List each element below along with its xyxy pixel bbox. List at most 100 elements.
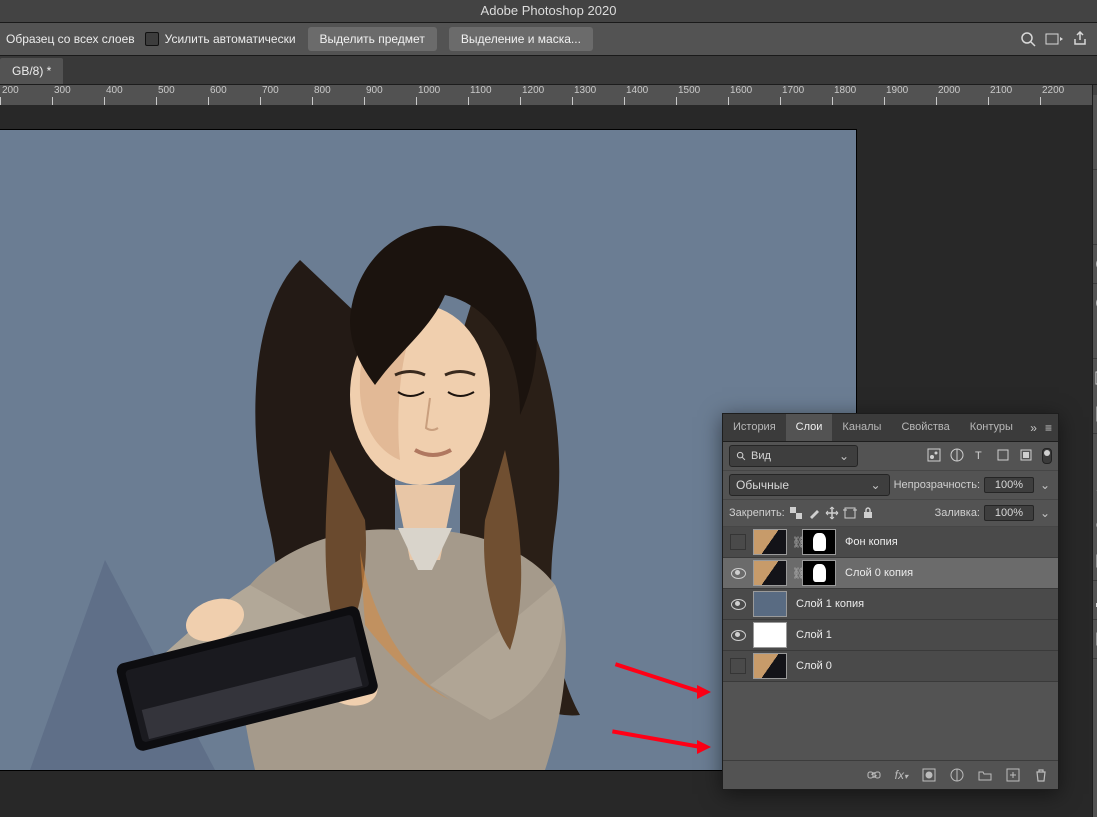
layers-list: ⛓ Фон копия ⛓ Слой 0 копия Слой 1 копия Слой …	[723, 527, 1058, 682]
enhance-checkbox[interactable]	[145, 32, 159, 46]
channels-icon[interactable]	[1093, 514, 1097, 536]
collapse-panel-icon[interactable]: »	[1030, 421, 1037, 435]
blend-mode-dropdown[interactable]: Обычные ⌄	[729, 474, 890, 496]
panel-tab[interactable]: Слои	[786, 414, 833, 441]
libraries-icon[interactable]	[1093, 628, 1097, 650]
lock-image-icon[interactable]	[807, 506, 821, 520]
panel-tab[interactable]: Контуры	[960, 414, 1023, 441]
layer-row[interactable]: Слой 1 копия	[723, 589, 1058, 620]
options-bar: Образец со всех слоев Усилить автоматиче…	[0, 22, 1097, 56]
filter-toggle[interactable]	[1042, 448, 1052, 464]
properties-icon[interactable]	[1093, 442, 1097, 464]
layer-filter-dropdown[interactable]: Вид ⌄	[729, 445, 858, 467]
ruler-tick: 500	[156, 85, 208, 105]
brush-icon[interactable]	[1093, 103, 1097, 125]
share-icon[interactable]	[1067, 26, 1093, 52]
ruler-tick: 2100	[988, 85, 1040, 105]
visibility-toggle[interactable]	[723, 658, 753, 674]
new-group-icon[interactable]	[978, 768, 992, 782]
add-mask-icon[interactable]	[922, 768, 936, 782]
eye-icon	[731, 599, 746, 610]
layer-thumbnail[interactable]	[753, 591, 787, 617]
layer-name[interactable]: Фон копия	[845, 536, 898, 548]
layer-name[interactable]: Слой 1	[796, 629, 832, 641]
visibility-toggle[interactable]	[723, 630, 753, 641]
select-subject-button[interactable]: Выделить предмет	[308, 27, 437, 51]
ruler-tick: 1100	[468, 85, 520, 105]
select-and-mask-button[interactable]: Выделение и маска...	[449, 27, 593, 51]
ruler-tick: 400	[104, 85, 156, 105]
fill-value[interactable]: 100%	[984, 505, 1034, 521]
app-title: Adobe Photoshop 2020	[481, 3, 617, 18]
mask-link-icon[interactable]: ⛓	[792, 567, 800, 580]
visibility-toggle[interactable]	[723, 568, 753, 579]
lock-artboard-icon[interactable]	[843, 506, 857, 520]
search-icon[interactable]	[1015, 26, 1041, 52]
ruler-tick: 1300	[572, 85, 624, 105]
actions-icon[interactable]	[1093, 550, 1097, 572]
mask-link-icon[interactable]: ⛓	[792, 536, 800, 549]
chevron-down-icon[interactable]: ⌄	[1038, 478, 1052, 492]
annotation-arrow	[697, 740, 711, 754]
lock-position-icon[interactable]	[825, 506, 839, 520]
layer-row[interactable]: ⛓ Слой 0 копия	[723, 558, 1058, 589]
filter-label: Вид	[751, 450, 771, 462]
adjustments-icon[interactable]	[1093, 292, 1097, 314]
new-adjustment-icon[interactable]	[950, 768, 964, 782]
layer-row[interactable]: ⛓ Фон копия	[723, 527, 1058, 558]
visibility-toggle[interactable]	[723, 534, 753, 550]
chevron-down-icon: ⌄	[837, 449, 851, 463]
frame-icon[interactable]	[1041, 26, 1067, 52]
layer-name[interactable]: Слой 0 копия	[845, 567, 913, 579]
link-layers-icon[interactable]	[867, 768, 881, 782]
filter-shape-icon[interactable]	[996, 448, 1010, 462]
collapse-handle[interactable]: «	[1093, 85, 1097, 95]
swatches-icon[interactable]	[1093, 328, 1097, 350]
character-icon[interactable]: A	[1093, 178, 1097, 200]
layers-icon[interactable]	[1093, 478, 1097, 500]
layer-mask-thumbnail[interactable]	[802, 529, 836, 555]
fx-icon[interactable]: fx▾	[895, 768, 908, 782]
panel-tab[interactable]: История	[723, 414, 786, 441]
layer-thumbnail[interactable]	[753, 529, 787, 555]
layer-thumbnail[interactable]	[753, 622, 787, 648]
lock-transparency-icon[interactable]	[789, 506, 803, 520]
paths-icon[interactable]	[1093, 589, 1097, 611]
layer-thumbnail[interactable]	[753, 560, 787, 586]
lock-all-icon[interactable]	[861, 506, 875, 520]
ruler-horizontal: 2003004005006007008009001000110012001300…	[0, 85, 1092, 106]
delete-layer-icon[interactable]	[1034, 768, 1048, 782]
ruler-tick: 1900	[884, 85, 936, 105]
layers-footer: fx▾	[723, 760, 1058, 789]
layer-name[interactable]: Слой 1 копия	[796, 598, 864, 610]
layer-row[interactable]: Слой 0	[723, 651, 1058, 682]
panel-menu-icon[interactable]: ≡	[1045, 421, 1052, 435]
filter-pixel-icon[interactable]	[927, 448, 941, 462]
panel-tab[interactable]: Свойства	[891, 414, 959, 441]
fill-label: Заливка:	[935, 507, 980, 519]
clone-source-icon[interactable]	[1093, 139, 1097, 161]
paragraph-icon[interactable]	[1093, 214, 1097, 236]
eye-off-icon	[730, 658, 746, 674]
layer-mask-thumbnail[interactable]	[802, 560, 836, 586]
document-tab[interactable]: GB/8) *	[0, 58, 63, 84]
filter-smart-icon[interactable]	[1019, 448, 1033, 462]
ruler-tick: 900	[364, 85, 416, 105]
color-icon[interactable]	[1093, 253, 1097, 275]
panel-tab[interactable]: Каналы	[832, 414, 891, 441]
new-layer-icon[interactable]	[1006, 768, 1020, 782]
layer-row[interactable]: Слой 1	[723, 620, 1058, 651]
patterns-icon[interactable]	[1093, 403, 1097, 425]
ruler-tick: 1400	[624, 85, 676, 105]
layer-name[interactable]: Слой 0	[796, 660, 832, 672]
layer-thumbnail[interactable]	[753, 653, 787, 679]
visibility-toggle[interactable]	[723, 599, 753, 610]
layers-panel: ИсторияСлоиКаналыСвойстваКонтуры » ≡ Вид…	[722, 413, 1059, 790]
blend-mode-value: Обычные	[736, 478, 789, 492]
gradients-icon[interactable]	[1093, 367, 1097, 389]
opacity-value[interactable]: 100%	[984, 477, 1034, 493]
filter-adjust-icon[interactable]	[950, 448, 964, 462]
filter-type-icon[interactable]: T	[973, 448, 987, 462]
chevron-down-icon[interactable]: ⌄	[1038, 506, 1052, 520]
ruler-tick: 800	[312, 85, 364, 105]
